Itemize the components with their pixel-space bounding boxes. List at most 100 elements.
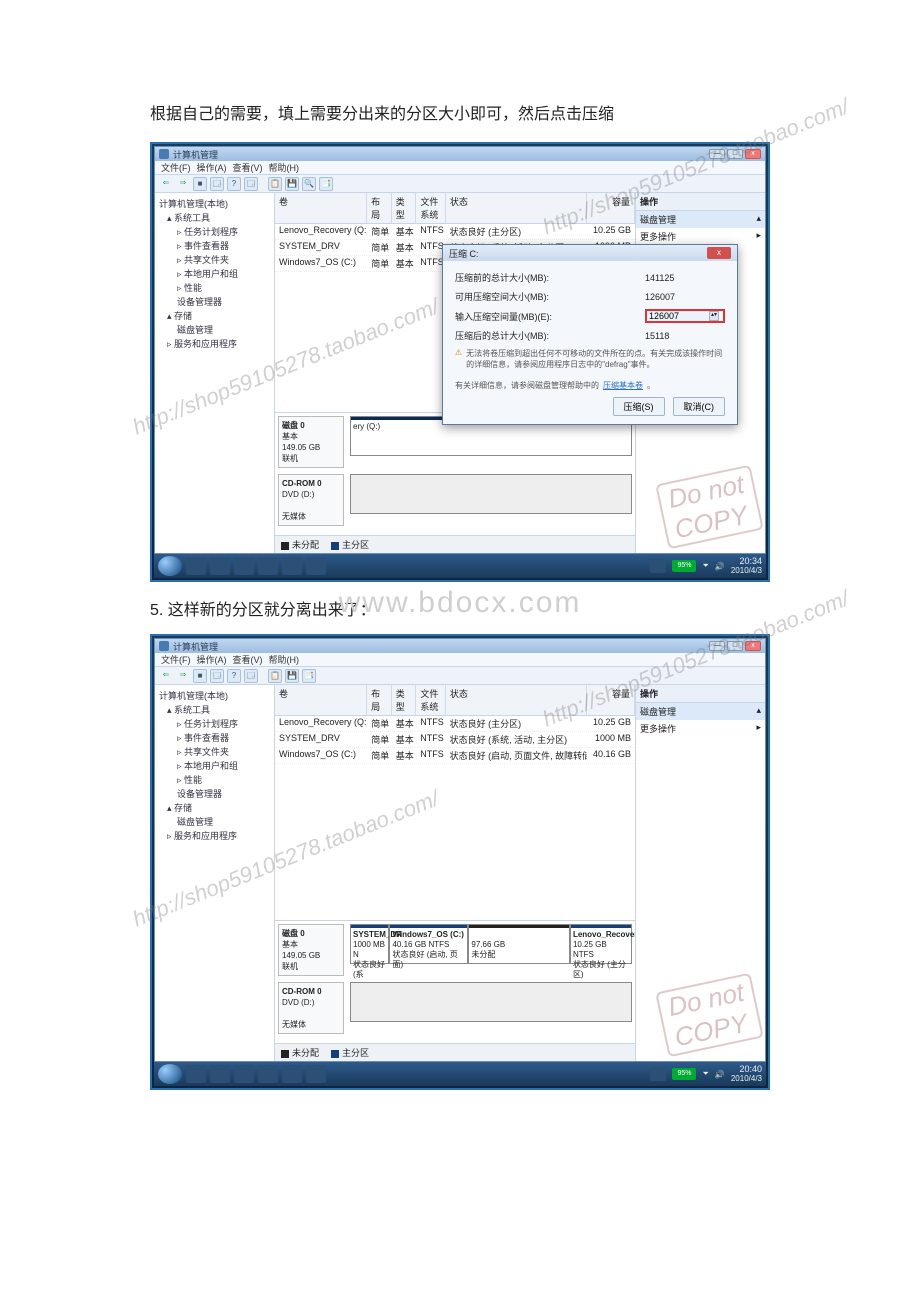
partition[interactable]: Windows7_OS (C:) 40.16 GB NTFS 状态良好 (启动,… [389, 924, 468, 964]
tree-services[interactable]: 服务和应用程序 [174, 339, 237, 349]
col-status[interactable]: 状态 [446, 193, 587, 223]
tray-icon[interactable]: ⏷ [702, 1069, 708, 1079]
close-button[interactable]: x [745, 149, 761, 159]
toolbar-btn[interactable]: 💾 [285, 669, 299, 683]
tray-icon[interactable] [650, 1067, 666, 1081]
tree-item[interactable]: 共享文件夹 [184, 255, 229, 265]
forward-icon[interactable]: ⇒ [176, 177, 190, 191]
menu-action[interactable]: 操作(A) [197, 161, 227, 174]
start-button[interactable] [158, 1064, 182, 1084]
spinner-up-icon[interactable]: ▴▾ [709, 311, 719, 321]
menu-file[interactable]: 文件(F) [161, 161, 191, 174]
battery-indicator[interactable]: 95% [672, 560, 696, 572]
toolbar-btn[interactable]: 📑 [302, 669, 316, 683]
close-button[interactable]: x [745, 641, 761, 651]
shrink-amount-input[interactable] [649, 311, 709, 321]
dialog-help-link[interactable]: 压缩基本卷 [603, 380, 643, 391]
actions-section[interactable]: 磁盘管理▴ [636, 703, 765, 720]
tree-services[interactable]: 服务和应用程序 [174, 831, 237, 841]
taskbar-ie-icon[interactable] [186, 1065, 206, 1083]
tray-icon[interactable]: 🔊 [715, 562, 725, 571]
disk0-info[interactable]: 磁盘 0 基本 149.05 GB 联机 [278, 416, 344, 468]
actions-more[interactable]: 更多操作▸ [636, 228, 765, 245]
volume-row[interactable]: Lenovo_Recovery (Q:) 简单 基本 NTFS 状态良好 (主分… [275, 224, 635, 240]
maximize-button[interactable]: □ [727, 149, 743, 159]
tree-item[interactable]: 设备管理器 [177, 297, 222, 307]
tree-root[interactable]: 计算机管理(本地) [159, 197, 270, 211]
volume-row[interactable]: SYSTEM_DRV 简单 基本 NTFS 状态良好 (系统, 活动, 主分区)… [275, 732, 635, 748]
tree-item[interactable]: 设备管理器 [177, 789, 222, 799]
tree-item[interactable]: 事件查看器 [184, 733, 229, 743]
toolbar-btn[interactable]: 🗔 [244, 669, 258, 683]
disk0-info[interactable]: 磁盘 0 基本 149.05 GB 联机 [278, 924, 344, 976]
toolbar-btn[interactable]: 📑 [319, 177, 333, 191]
actions-more[interactable]: 更多操作▸ [636, 720, 765, 737]
taskbar-ie-icon[interactable] [186, 557, 206, 575]
tray-icon[interactable]: ⏷ [702, 561, 708, 571]
battery-indicator[interactable]: 95% [672, 1068, 696, 1080]
toolbar-btn[interactable]: ■ [193, 669, 207, 683]
back-icon[interactable]: ⇐ [159, 669, 173, 683]
clock[interactable]: 20:34 2010/4/3 [731, 556, 762, 576]
partition[interactable]: SYSTEM_DR 1000 MB N 状态良好 (系 [350, 924, 389, 964]
shrink-amount-spinner[interactable]: ▴▾ [645, 309, 725, 323]
col-fs[interactable]: 文件系统 [416, 193, 446, 223]
clock[interactable]: 20:40 2010/4/3 [731, 1064, 762, 1084]
col-volume[interactable]: 卷 [275, 193, 367, 223]
tree-item[interactable]: 共享文件夹 [184, 747, 229, 757]
volume-row[interactable]: Lenovo_Recovery (Q:) 简单 基本 NTFS 状态良好 (主分… [275, 716, 635, 732]
toolbar-btn[interactable]: 🗔 [210, 177, 224, 191]
toolbar-btn[interactable]: ? [227, 177, 241, 191]
taskbar-explorer-icon[interactable] [210, 557, 230, 575]
minimize-button[interactable]: — [709, 149, 725, 159]
dialog-close-icon[interactable]: x [707, 247, 731, 259]
taskbar-paint-icon[interactable] [282, 557, 302, 575]
taskbar-app-icon[interactable] [258, 1065, 278, 1083]
taskbar-paint-icon[interactable] [282, 1065, 302, 1083]
col-capacity[interactable]: 容量 [587, 685, 635, 715]
col-type[interactable]: 类型 [392, 685, 417, 715]
actions-section[interactable]: 磁盘管理▴ [636, 211, 765, 228]
cancel-button[interactable]: 取消(C) [673, 397, 726, 416]
col-status[interactable]: 状态 [446, 685, 587, 715]
maximize-button[interactable]: □ [727, 641, 743, 651]
volume-row[interactable]: Windows7_OS (C:) 简单 基本 NTFS 状态良好 (启动, 页面… [275, 748, 635, 764]
tree-diskmgmt[interactable]: 磁盘管理 [177, 817, 213, 827]
taskbar-mgmt-icon[interactable] [306, 1065, 326, 1083]
taskbar-mgmt-icon[interactable] [306, 557, 326, 575]
taskbar-media-icon[interactable] [234, 1065, 254, 1083]
menu-view[interactable]: 查看(V) [233, 653, 263, 666]
tree-item[interactable]: 本地用户和组 [184, 269, 238, 279]
partition-unallocated[interactable]: 97.66 GB 未分配 [468, 924, 570, 964]
tree-item[interactable]: 任务计划程序 [184, 227, 238, 237]
toolbar-btn[interactable]: 📋 [268, 669, 282, 683]
col-capacity[interactable]: 容量 [587, 193, 635, 223]
cdrom-info[interactable]: CD-ROM 0 DVD (D:) 无媒体 [278, 474, 344, 526]
col-fs[interactable]: 文件系统 [416, 685, 446, 715]
menu-help[interactable]: 帮助(H) [269, 161, 300, 174]
tree-storage[interactable]: 存储 [174, 311, 192, 321]
toolbar-btn[interactable]: 💾 [285, 177, 299, 191]
toolbar-btn[interactable]: ■ [193, 177, 207, 191]
tree-diskmgmt[interactable]: 磁盘管理 [177, 325, 213, 335]
menu-file[interactable]: 文件(F) [161, 653, 191, 666]
taskbar-app-icon[interactable] [258, 557, 278, 575]
tree-root[interactable]: 计算机管理(本地) [159, 689, 270, 703]
toolbar-btn[interactable]: 🗔 [244, 177, 258, 191]
tree-item[interactable]: 性能 [184, 775, 202, 785]
partition[interactable]: Lenovo_Recovery 10.25 GB NTFS 状态良好 (主分区) [570, 924, 632, 964]
col-volume[interactable]: 卷 [275, 685, 367, 715]
tray-icon[interactable] [650, 559, 666, 573]
cdrom-info[interactable]: CD-ROM 0 DVD (D:) 无媒体 [278, 982, 344, 1034]
tree-systools[interactable]: 系统工具 [174, 705, 210, 715]
shrink-button[interactable]: 压缩(S) [613, 397, 665, 416]
toolbar-btn[interactable]: 🔍 [302, 177, 316, 191]
toolbar-btn[interactable]: 🗔 [210, 669, 224, 683]
tree-item[interactable]: 任务计划程序 [184, 719, 238, 729]
col-type[interactable]: 类型 [392, 193, 417, 223]
taskbar-explorer-icon[interactable] [210, 1065, 230, 1083]
menu-help[interactable]: 帮助(H) [269, 653, 300, 666]
toolbar-btn[interactable]: ? [227, 669, 241, 683]
toolbar-btn[interactable]: 📋 [268, 177, 282, 191]
col-layout[interactable]: 布局 [367, 685, 392, 715]
